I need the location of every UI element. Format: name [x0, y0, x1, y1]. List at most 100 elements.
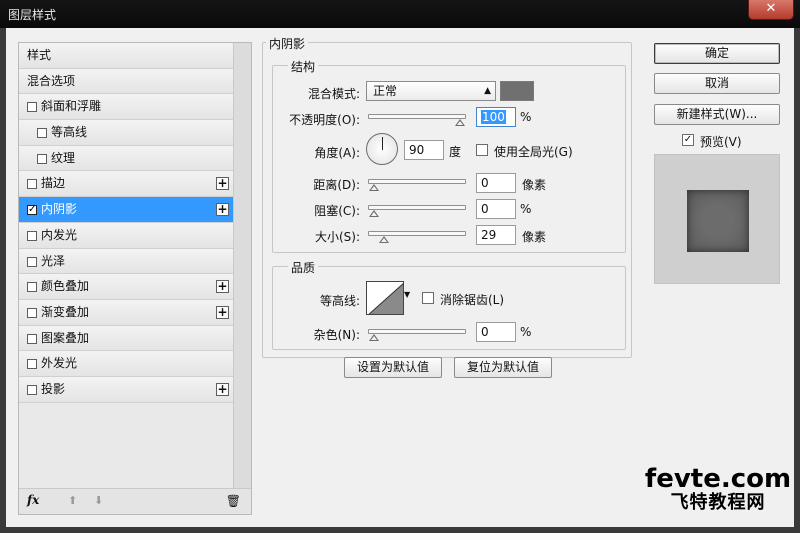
size-label: 大小(S):	[314, 230, 360, 244]
noise-field[interactable]: 0	[476, 322, 516, 342]
add-effect-icon[interactable]: +	[216, 280, 229, 294]
style-item-checkbox[interactable]	[27, 307, 37, 318]
cancel-button[interactable]: 取消	[654, 73, 780, 94]
global-light-label: 使用全局光(G)	[494, 145, 573, 159]
opacity-field[interactable]: 100	[476, 107, 516, 127]
blend-mode-select[interactable]: 正常 ▲	[366, 81, 496, 101]
size-unit: 像素	[522, 230, 547, 244]
dialog-body: 样式混合选项斜面和浮雕 等高线纹理描边 + ✓ 内阴影 + 内发光光泽颜色叠加 + 渐变叠加 + 图…	[6, 28, 794, 527]
style-item-label: 光泽	[41, 253, 66, 268]
style-item[interactable]: 描边 +	[19, 171, 233, 198]
window-title: 图层样式	[8, 8, 57, 22]
noise-slider[interactable]	[368, 329, 466, 341]
style-item[interactable]: ✓ 内阴影 +	[19, 197, 233, 223]
style-item-checkbox[interactable]	[27, 359, 37, 370]
global-light-checkbox[interactable]	[476, 144, 488, 156]
style-item-checkbox[interactable]	[27, 282, 37, 293]
shadow-color-swatch[interactable]	[500, 81, 534, 101]
structure-title: 结构	[288, 58, 319, 75]
close-button[interactable]: ✕	[748, 0, 794, 20]
antialias-checkbox[interactable]	[422, 292, 434, 304]
quality-title: 品质	[288, 259, 319, 276]
choke-slider[interactable]	[368, 205, 466, 217]
distance-field[interactable]: 0	[476, 173, 516, 193]
scrollbar[interactable]	[233, 43, 251, 488]
style-item-checkbox[interactable]	[27, 333, 37, 344]
style-item-checkbox[interactable]	[37, 153, 47, 164]
choke-unit: %	[520, 202, 532, 216]
style-item-checkbox[interactable]	[37, 128, 47, 139]
contour-picker[interactable]	[366, 281, 404, 315]
style-item[interactable]: 颜色叠加 +	[19, 274, 233, 300]
style-item[interactable]: 图案叠加	[19, 325, 233, 352]
style-item[interactable]: 渐变叠加 +	[19, 299, 233, 326]
styles-panel: 样式混合选项斜面和浮雕 等高线纹理描边 + ✓ 内阴影 + 内发光光泽颜色叠加 + 渐变叠加 + 图…	[18, 42, 252, 515]
style-item-label: 样式	[27, 48, 52, 62]
opacity-unit: %	[520, 110, 532, 124]
add-effect-icon[interactable]: +	[216, 305, 229, 319]
style-item[interactable]: 光泽	[19, 248, 233, 275]
style-item[interactable]: 混合选项	[19, 68, 233, 95]
contour-label: 等高线:	[319, 294, 360, 308]
distance-unit: 像素	[522, 178, 547, 192]
style-item-checkbox[interactable]: ✓	[27, 205, 37, 216]
style-item-label: 混合选项	[27, 73, 76, 88]
style-item-checkbox[interactable]	[27, 230, 37, 241]
style-item-label: 图案叠加	[41, 330, 90, 345]
noise-label: 杂色(N):	[313, 328, 360, 342]
angle-needle	[382, 137, 383, 150]
angle-dial[interactable]	[366, 133, 398, 165]
add-effect-icon[interactable]: +	[216, 382, 229, 396]
style-item-checkbox[interactable]	[27, 179, 37, 190]
distance-label: 距离(D):	[313, 178, 360, 192]
opacity-slider-thumb[interactable]	[455, 119, 465, 126]
blend-mode-value: 正常	[373, 84, 398, 98]
size-field[interactable]: 29	[476, 225, 516, 245]
style-item[interactable]: 等高线	[19, 120, 233, 146]
size-slider-thumb[interactable]	[379, 236, 390, 243]
fx-icon[interactable]: fx	[27, 493, 39, 507]
angle-field[interactable]: 90	[404, 140, 444, 160]
reset-default-button[interactable]: 复位为默认值	[454, 357, 552, 378]
move-up-icon[interactable]: ⬆	[68, 494, 77, 507]
style-item-label: 纹理	[51, 150, 76, 165]
choke-field[interactable]: 0	[476, 199, 516, 219]
choke-label: 阻塞(C):	[314, 204, 360, 218]
blend-mode-label: 混合模式:	[307, 87, 360, 101]
add-effect-icon[interactable]: +	[216, 203, 229, 217]
trash-icon[interactable]: 🗑	[226, 494, 241, 508]
style-item-label: 描边	[41, 176, 66, 191]
section-title: 内阴影	[266, 35, 309, 52]
style-item[interactable]: 纹理	[19, 145, 233, 172]
preview-label: 预览(V)	[700, 135, 742, 149]
move-down-icon[interactable]: ⬇	[94, 494, 103, 507]
watermark-site-name: 飞特教程网	[670, 492, 766, 513]
style-item[interactable]: 斜面和浮雕	[19, 94, 233, 121]
style-item-label: 内阴影	[41, 202, 78, 217]
style-item-checkbox[interactable]	[27, 102, 37, 113]
add-effect-icon[interactable]: +	[216, 177, 229, 191]
noise-slider-thumb[interactable]	[369, 334, 379, 341]
style-item-label: 渐变叠加	[41, 304, 90, 319]
size-slider[interactable]	[368, 231, 466, 243]
style-item[interactable]: 投影 +	[19, 376, 233, 403]
make-default-button[interactable]: 设置为默认值	[344, 357, 442, 378]
style-item[interactable]: 内发光	[19, 222, 233, 249]
preview-thumbnail	[654, 154, 780, 284]
opacity-slider[interactable]	[368, 114, 466, 126]
new-style-button[interactable]: 新建样式(W)...	[654, 104, 780, 125]
choke-slider-thumb[interactable]	[369, 210, 379, 217]
ok-button[interactable]: 确定	[654, 43, 780, 64]
style-item-checkbox[interactable]	[27, 384, 37, 395]
layer-style-dialog: 图层样式 ✕ 样式混合选项斜面和浮雕 等高线纹理描边 + ✓ 内阴影 + 内发光光泽颜色叠加…	[0, 0, 800, 533]
style-item[interactable]: 样式	[19, 43, 233, 69]
distance-slider[interactable]	[368, 179, 466, 191]
preview-checkbox[interactable]: ✓	[682, 134, 694, 146]
styles-list: 样式混合选项斜面和浮雕 等高线纹理描边 + ✓ 内阴影 + 内发光光泽颜色叠加 + 渐变叠加 + 图…	[19, 43, 233, 403]
style-item-checkbox[interactable]	[27, 256, 37, 267]
distance-slider-thumb[interactable]	[369, 184, 379, 191]
contour-dropdown-icon[interactable]: ▼	[404, 290, 410, 299]
styles-footer: fx ⬆ ⬇ 🗑	[19, 488, 251, 514]
style-item-label: 投影	[41, 381, 66, 396]
style-item[interactable]: 外发光	[19, 351, 233, 377]
